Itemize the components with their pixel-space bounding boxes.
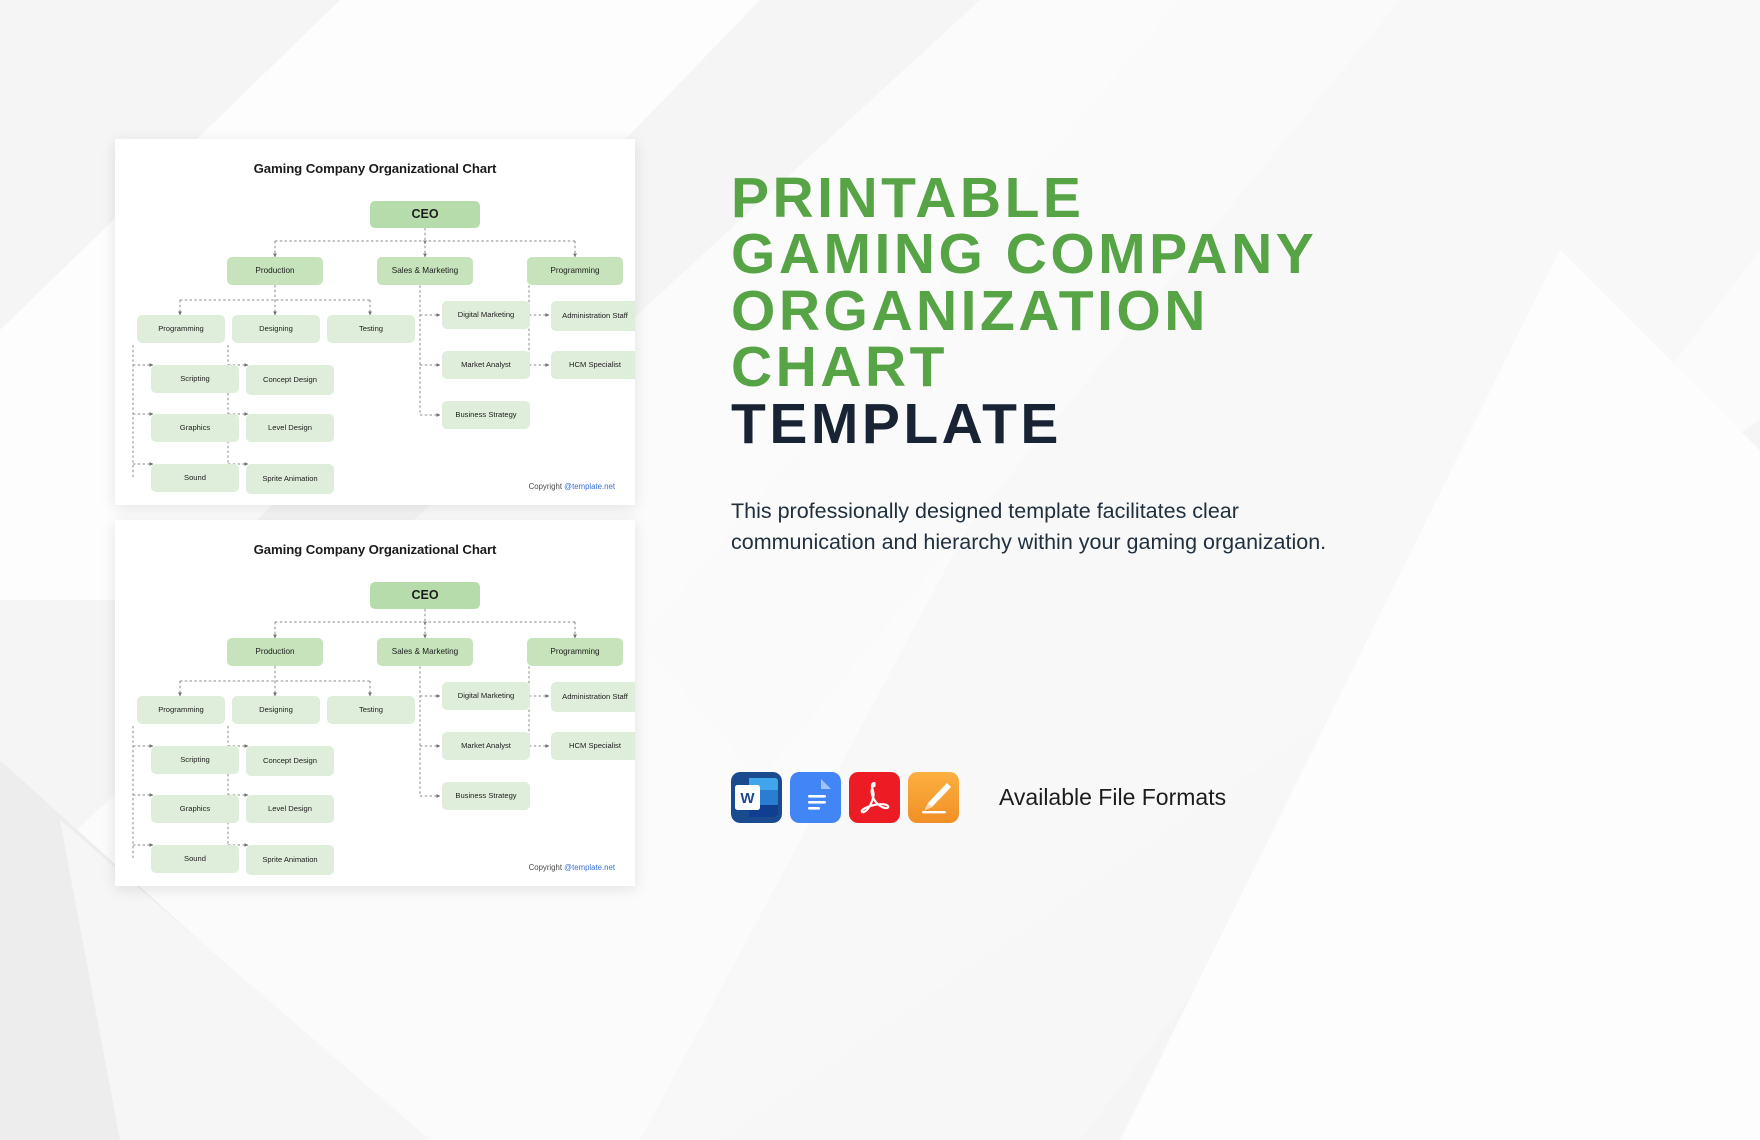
node-ceo[interactable]: CEO — [370, 201, 480, 228]
card-title: Gaming Company Organizational Chart — [253, 161, 497, 176]
node-testing[interactable]: Testing — [327, 696, 415, 724]
node-programming-dept[interactable]: Programming — [527, 257, 623, 285]
node-digital-marketing[interactable]: Digital Marketing — [442, 682, 530, 710]
node-production[interactable]: Production — [227, 638, 323, 666]
headline-line-template: TEMPLATE — [731, 391, 1062, 456]
node-programming-sub[interactable]: Programming — [137, 315, 225, 343]
node-sound[interactable]: Sound — [151, 464, 239, 492]
headline-line-2: GAMING COMPANY — [731, 222, 1318, 287]
node-graphics[interactable]: Graphics — [151, 795, 239, 823]
copyright-prefix: Copyright — [528, 482, 565, 491]
node-level-design[interactable]: Level Design — [246, 414, 334, 442]
node-concept-design[interactable]: Concept Design — [246, 365, 334, 395]
word-icon[interactable]: W — [731, 772, 782, 823]
node-sales-marketing[interactable]: Sales & Marketing — [377, 638, 473, 666]
pdf-icon[interactable] — [849, 772, 900, 823]
node-concept-design[interactable]: Concept Design — [246, 746, 334, 776]
preview-card-top[interactable]: Gaming Company Organizational Chart CEO … — [115, 139, 635, 505]
formats-label: Available File Formats — [999, 784, 1227, 810]
promo-description: This professionally designed template fa… — [731, 499, 1327, 554]
node-designing[interactable]: Designing — [232, 315, 320, 343]
node-business-strategy[interactable]: Business Strategy — [442, 782, 530, 810]
copyright-link[interactable]: @template.net — [564, 482, 615, 491]
card-title: Gaming Company Organizational Chart — [253, 542, 497, 557]
node-programming-dept[interactable]: Programming — [527, 638, 623, 666]
node-market-analyst[interactable]: Market Analyst — [442, 732, 530, 760]
node-hcm-specialist[interactable]: HCM Specialist — [551, 351, 635, 379]
node-market-analyst[interactable]: Market Analyst — [442, 351, 530, 379]
node-business-strategy[interactable]: Business Strategy — [442, 401, 530, 429]
svg-text:W: W — [740, 790, 755, 807]
org-chart: CEO Production Sales & Marketing Program… — [115, 179, 635, 505]
copyright-link[interactable]: @template.net — [564, 863, 615, 872]
node-sprite-animation[interactable]: Sprite Animation — [246, 464, 334, 494]
node-sprite-animation[interactable]: Sprite Animation — [246, 845, 334, 875]
node-scripting[interactable]: Scripting — [151, 746, 239, 774]
copyright-notice: Copyright @template.net — [529, 863, 615, 872]
node-level-design[interactable]: Level Design — [246, 795, 334, 823]
node-designing[interactable]: Designing — [232, 696, 320, 724]
copyright-prefix: Copyright — [528, 863, 565, 872]
org-chart: CEO Production Sales & Marketing Program… — [115, 560, 635, 886]
node-hcm-specialist[interactable]: HCM Specialist — [551, 732, 635, 760]
page-title: PRINTABLE GAMING COMPANY ORGANIZATION CH… — [731, 166, 1431, 456]
node-ceo[interactable]: CEO — [370, 582, 480, 609]
headline-line-4: CHART — [731, 335, 948, 400]
apple-pages-icon[interactable] — [908, 772, 959, 823]
promo-panel: PRINTABLE GAMING COMPANY ORGANIZATION CH… — [731, 166, 1431, 557]
node-graphics[interactable]: Graphics — [151, 414, 239, 442]
node-digital-marketing[interactable]: Digital Marketing — [442, 301, 530, 329]
node-scripting[interactable]: Scripting — [151, 365, 239, 393]
google-docs-icon[interactable] — [790, 772, 841, 823]
node-sales-marketing[interactable]: Sales & Marketing — [377, 257, 473, 285]
node-programming-sub[interactable]: Programming — [137, 696, 225, 724]
headline-line-3: ORGANIZATION — [731, 278, 1209, 343]
available-formats: W Available File Formats — [731, 772, 1226, 823]
format-icon-list: W — [731, 772, 959, 823]
node-sound[interactable]: Sound — [151, 845, 239, 873]
copyright-notice: Copyright @template.net — [529, 482, 615, 491]
node-administration-staff[interactable]: Administration Staff — [551, 301, 635, 331]
node-production[interactable]: Production — [227, 257, 323, 285]
node-testing[interactable]: Testing — [327, 315, 415, 343]
preview-card-bottom[interactable]: Gaming Company Organizational Chart CEO … — [115, 520, 635, 886]
headline-line-1: PRINTABLE — [731, 166, 1085, 230]
node-administration-staff[interactable]: Administration Staff — [551, 682, 635, 712]
